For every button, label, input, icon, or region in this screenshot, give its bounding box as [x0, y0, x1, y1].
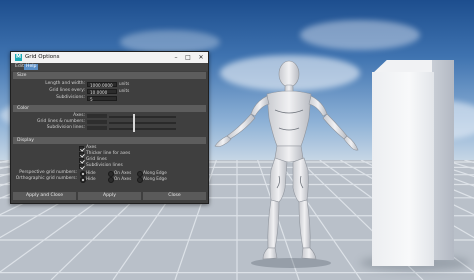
- subdivision-lines-checkbox[interactable]: [79, 164, 84, 169]
- grid-lines-color-slider[interactable]: [109, 120, 176, 126]
- subdivision-slider-handle[interactable]: [133, 126, 136, 132]
- orthographic-grid-numbers-label: Orthographic grid numbers:: [15, 176, 77, 181]
- subdivisions-label: Subdivisions:: [56, 95, 85, 100]
- section-display-title: Display: [17, 138, 34, 143]
- length-width-field[interactable]: 1000.0000: [87, 82, 117, 88]
- apply-and-close-button[interactable]: Apply and Close: [13, 192, 76, 200]
- subdivision-lines-color-swatch[interactable]: [87, 126, 107, 130]
- pillar-side: [432, 60, 454, 260]
- axes-color-swatch[interactable]: [87, 114, 107, 118]
- close-icon[interactable]: ✕: [196, 53, 206, 62]
- grid-lines-every-label: Grid lines every:: [49, 88, 85, 93]
- subdivision-lines-color-label: Subdivision lines:: [46, 125, 85, 130]
- ortho-hide-label: Hide: [86, 176, 96, 181]
- minimize-icon[interactable]: –: [171, 53, 181, 62]
- ortho-on-axes-label: On Axes: [114, 176, 132, 181]
- grid-options-dialog: M Grid Options – □ ✕ Edit Help Size Leng…: [10, 51, 209, 204]
- length-width-label: Length and width:: [45, 81, 85, 86]
- axes-checkbox[interactable]: [79, 146, 84, 151]
- grid-lines-every-unit: units: [119, 88, 130, 93]
- subdivision-lines-color-slider[interactable]: [109, 126, 176, 132]
- section-size-title: Size: [17, 73, 27, 78]
- grid-lines-color-swatch[interactable]: [87, 120, 107, 124]
- section-display-header[interactable]: Display: [13, 137, 206, 144]
- axes-color-slider[interactable]: [109, 114, 176, 120]
- maximize-icon[interactable]: □: [183, 53, 193, 62]
- title-bar[interactable]: M Grid Options – □ ✕: [11, 52, 208, 63]
- grid-lines-checkbox[interactable]: [79, 158, 84, 163]
- mannequin-figure[interactable]: [205, 58, 375, 270]
- close-button[interactable]: Close: [143, 192, 206, 200]
- subdivision-lines-checkbox-label: Subdivision lines: [86, 163, 123, 168]
- section-color-header[interactable]: Color: [13, 105, 206, 112]
- length-width-unit: units: [119, 81, 130, 86]
- ortho-along-edge-label: Along Edge: [143, 176, 167, 181]
- menu-help[interactable]: Help: [24, 64, 39, 70]
- cloud: [300, 20, 420, 50]
- subdivisions-field[interactable]: 5: [87, 96, 117, 102]
- window-title: Grid Options: [25, 54, 60, 60]
- grid-lines-every-field[interactable]: 10.0000: [87, 89, 117, 95]
- section-color-title: Color: [17, 106, 29, 111]
- maya-app-icon: M: [15, 54, 22, 61]
- apply-button[interactable]: Apply: [78, 192, 141, 200]
- thicker-line-checkbox[interactable]: [79, 152, 84, 157]
- section-size-header[interactable]: Size: [13, 72, 206, 79]
- menu-bar: Edit Help: [11, 63, 208, 71]
- white-pillar[interactable]: [372, 72, 434, 266]
